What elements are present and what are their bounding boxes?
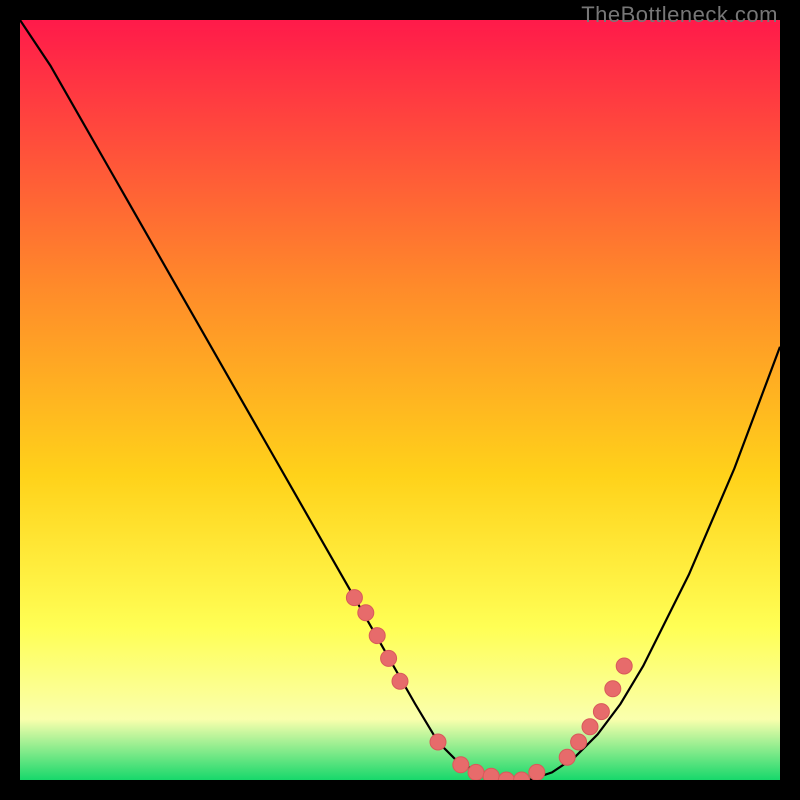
marker-dot — [346, 590, 362, 606]
marker-dot — [392, 673, 408, 689]
marker-dot — [571, 734, 587, 750]
marker-dot — [605, 681, 621, 697]
chart-frame — [20, 20, 780, 780]
marker-dot — [468, 764, 484, 780]
marker-dot — [453, 757, 469, 773]
marker-dot — [559, 749, 575, 765]
gradient-background — [20, 20, 780, 780]
marker-dot — [616, 658, 632, 674]
marker-dot — [529, 764, 545, 780]
marker-dot — [430, 734, 446, 750]
marker-dot — [369, 628, 385, 644]
watermark-label: TheBottleneck.com — [581, 2, 778, 28]
chart-svg — [20, 20, 780, 780]
marker-dot — [593, 704, 609, 720]
marker-dot — [381, 650, 397, 666]
marker-dot — [582, 719, 598, 735]
marker-dot — [483, 768, 499, 780]
marker-dot — [358, 605, 374, 621]
